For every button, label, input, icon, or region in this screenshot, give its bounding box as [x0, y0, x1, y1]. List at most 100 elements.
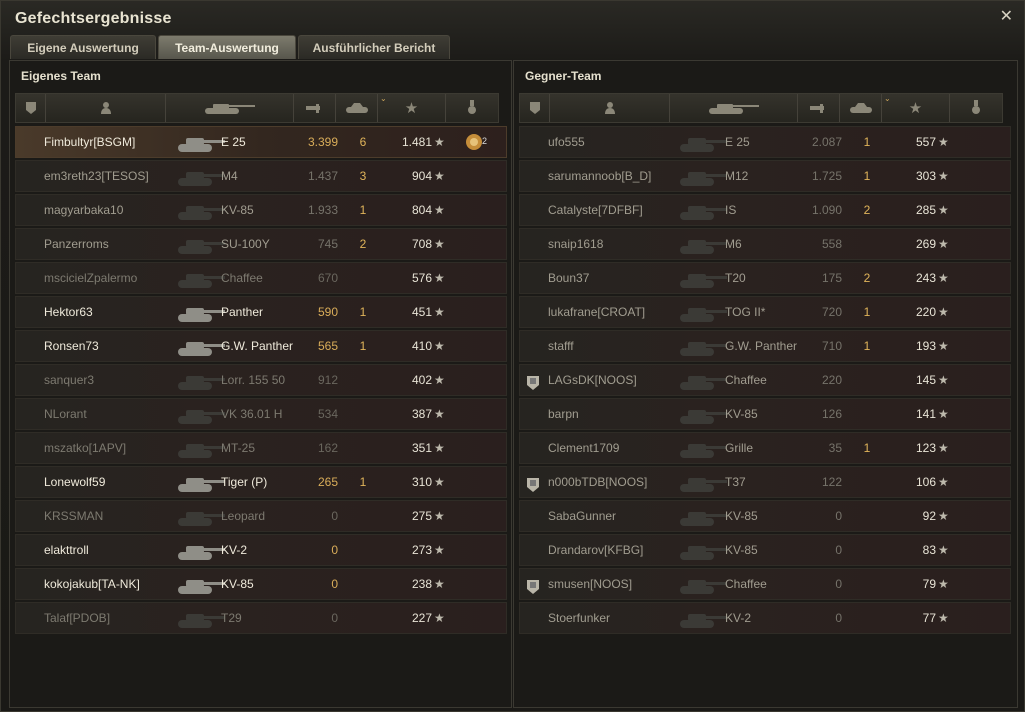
close-icon[interactable]: ✕ — [1000, 6, 1013, 26]
tank-name: T20 — [725, 271, 746, 285]
player-name: KRSSMAN — [44, 509, 104, 523]
tank-icon — [678, 232, 728, 256]
tank-name: Panther — [221, 305, 264, 319]
player-row[interactable]: Boun37 T20 175 2 243 ★ — [519, 262, 1011, 294]
player-row[interactable]: Ronsen73 G.W. Panther 565 1 410 ★ — [15, 330, 507, 362]
damage-value: 590 — [317, 305, 338, 319]
player-row[interactable]: Drandarov[KFBG] KV-85 0 83 ★ — [519, 534, 1011, 566]
medal-column-header[interactable] — [950, 94, 1002, 122]
player-column-header[interactable] — [46, 94, 166, 122]
damage-value: 126 — [821, 407, 842, 421]
tank-icon — [678, 368, 728, 392]
player-row[interactable]: sarumannoob[B_D] M12 1.725 1 303 ★ — [519, 160, 1011, 192]
kills-value: 1 — [863, 305, 871, 319]
player-row[interactable]: snaip1618 M6 558 269 ★ — [519, 228, 1011, 260]
player-row[interactable]: Catalyste[7DFBF] IS 1.090 2 285 ★ — [519, 194, 1011, 226]
player-row[interactable]: KRSSMAN Leopard 0 275 ★ — [15, 500, 507, 532]
player-row[interactable]: lukafrane[CROAT] TOG II* 720 1 220 ★ — [519, 296, 1011, 328]
player-name: em3reth23[TESOS] — [44, 169, 149, 183]
player-row[interactable]: stafff G.W. Panther 710 1 193 ★ — [519, 330, 1011, 362]
player-row[interactable]: em3reth23[TESOS] M4 1.437 3 904 ★ — [15, 160, 507, 192]
tank-icon — [678, 164, 728, 188]
player-name: sanquer3 — [44, 373, 95, 387]
enemy-team-column-header: ⌄ ★ — [519, 93, 1003, 123]
player-row[interactable]: kokojakub[TA-NK] KV-85 0 238 ★ — [15, 568, 507, 600]
player-row[interactable]: n000bTDB[NOOS] T37 122 106 ★ — [519, 466, 1011, 498]
kills-value: 2 — [359, 237, 367, 251]
damage-column-header[interactable] — [294, 94, 336, 122]
kills-column-header[interactable] — [840, 94, 882, 122]
tank-name: Leopard — [221, 509, 266, 523]
star-icon: ★ — [938, 203, 949, 217]
star-icon: ★ — [938, 237, 949, 251]
badge-column-header[interactable] — [16, 94, 46, 122]
tank-name: T29 — [221, 611, 242, 625]
star-icon: ★ — [938, 441, 949, 455]
tank-icon — [678, 300, 728, 324]
tank-column-header[interactable] — [670, 94, 798, 122]
player-row[interactable]: NLorant VK 36.01 H 534 387 ★ — [15, 398, 507, 430]
player-row[interactable]: Panzerroms SU-100Y 745 2 708 ★ — [15, 228, 507, 260]
star-icon: ★ — [434, 271, 445, 285]
kills-value: 2 — [863, 271, 871, 285]
star-icon: ★ — [434, 203, 445, 217]
damage-value: 710 — [821, 339, 842, 353]
player-row[interactable]: Hektor63 Panther 590 1 451 ★ — [15, 296, 507, 328]
badge-column-header[interactable] — [520, 94, 550, 122]
star-icon: ★ — [434, 577, 445, 591]
xp-column-header[interactable]: ⌄ ★ — [378, 94, 446, 122]
tab-ausfuehrlicher-bericht[interactable]: Ausführlicher Bericht — [298, 35, 450, 59]
xp-value: 1.481 — [401, 135, 432, 149]
player-row[interactable]: Talaf[PDOB] T29 0 227 ★ — [15, 602, 507, 634]
player-column-header[interactable] — [550, 94, 670, 122]
player-name: LAGsDK[NOOS] — [548, 373, 637, 387]
player-name: smusen[NOOS] — [548, 577, 633, 591]
clan-badge-icon — [526, 372, 540, 390]
player-name: Hektor63 — [44, 305, 93, 319]
player-row[interactable]: Stoerfunker KV-2 0 77 ★ — [519, 602, 1011, 634]
star-icon: ★ — [938, 509, 949, 523]
tank-icon — [176, 504, 226, 528]
player-name: sarumannoob[B_D] — [548, 169, 652, 183]
tab-team-auswertung[interactable]: Team-Auswertung — [158, 35, 296, 59]
player-name: Panzerroms — [44, 237, 109, 251]
kills-value: 1 — [863, 169, 871, 183]
player-row[interactable]: mszatko[1APV] MT-25 162 351 ★ — [15, 432, 507, 464]
xp-value: 77 — [922, 611, 936, 625]
player-row[interactable]: magyarbaka10 KV-85 1.933 1 804 ★ — [15, 194, 507, 226]
player-row[interactable]: barpn KV-85 126 141 ★ — [519, 398, 1011, 430]
tank-column-header[interactable] — [166, 94, 294, 122]
player-row[interactable]: sanquer3 Lorr. 155 50 912 402 ★ — [15, 364, 507, 396]
player-row[interactable]: SabaGunner KV-85 0 92 ★ — [519, 500, 1011, 532]
kills-value — [858, 229, 876, 259]
player-row[interactable]: elakttroll KV-2 0 273 ★ — [15, 534, 507, 566]
medal-award-icon[interactable]: 2 — [463, 132, 487, 154]
player-name: NLorant — [44, 407, 87, 421]
player-row[interactable]: Fimbultyr[BSGM] E 25 3.399 6 1.481 ★ 2 — [15, 126, 507, 158]
player-row[interactable]: mscicielZpalermo Chaffee 670 576 ★ — [15, 262, 507, 294]
player-row[interactable]: LAGsDK[NOOS] Chaffee 220 145 ★ — [519, 364, 1011, 396]
kills-value — [354, 399, 372, 429]
tank-name: Chaffee — [221, 271, 263, 285]
medal-column-header[interactable] — [446, 94, 498, 122]
tank-icon — [176, 266, 226, 290]
tank-icon — [678, 266, 728, 290]
player-row[interactable]: ufo555 E 25 2.087 1 557 ★ — [519, 126, 1011, 158]
tank-icon — [176, 198, 226, 222]
tank-icon — [176, 436, 226, 460]
kills-value — [858, 569, 876, 599]
player-row[interactable]: smusen[NOOS] Chaffee 0 79 ★ — [519, 568, 1011, 600]
xp-value: 285 — [915, 203, 936, 217]
damage-column-header[interactable] — [798, 94, 840, 122]
kills-column-header[interactable] — [336, 94, 378, 122]
star-icon: ★ — [938, 407, 949, 421]
xp-column-header[interactable]: ⌄ ★ — [882, 94, 950, 122]
tab-eigene-auswertung[interactable]: Eigene Auswertung — [10, 35, 156, 59]
damage-value: 0 — [331, 577, 338, 591]
tank-name: KV-85 — [725, 543, 758, 557]
player-row[interactable]: Clement1709 Grille 35 1 123 ★ — [519, 432, 1011, 464]
enemy-team-rows: ufo555 E 25 2.087 1 557 ★ sarumannoob[B_D] M12 1… — [519, 126, 1011, 636]
kills-value: 1 — [863, 135, 871, 149]
xp-value: 243 — [915, 271, 936, 285]
player-row[interactable]: Lonewolf59 Tiger (P) 265 1 310 ★ — [15, 466, 507, 498]
